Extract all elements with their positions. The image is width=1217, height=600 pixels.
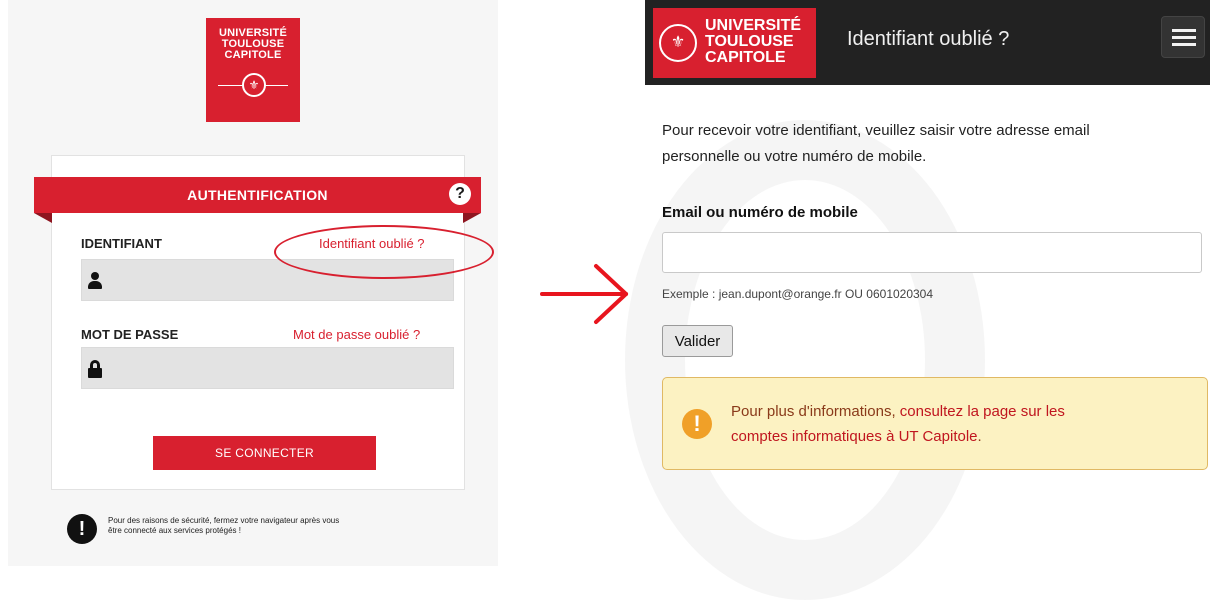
auth-heading: AUTHENTIFICATION [187, 187, 328, 203]
auth-header-ribbon: AUTHENTIFICATION ? [34, 177, 481, 213]
accounts-info-link-cont[interactable]: comptes informatiques à UT Capitole [731, 428, 978, 445]
security-notice-line-1: Pour des raisons de sécurité, fermez vot… [108, 516, 340, 525]
user-icon [88, 272, 102, 290]
intro-text: Pour recevoir votre identifiant, veuille… [662, 118, 1202, 170]
intro-line-2: personnelle ou votre numéro de mobile. [662, 148, 927, 165]
info-suffix: . [977, 428, 982, 445]
lock-icon [88, 360, 102, 378]
top-bar: ⚜ UNIVERSITÉ TOULOUSE CAPITOLE Identifia… [645, 0, 1210, 85]
validate-button[interactable]: Valider [662, 325, 733, 357]
exclamation-icon: ! [67, 514, 97, 544]
forgot-password-link[interactable]: Mot de passe oublié ? [293, 327, 420, 342]
warning-icon: ! [682, 409, 712, 439]
seal-icon: ⚜ [659, 24, 697, 62]
username-label: IDENTIFIANT [81, 236, 162, 251]
help-icon[interactable]: ? [449, 183, 471, 205]
email-label: Email ou numéro de mobile [662, 204, 858, 221]
arrow-right-icon [540, 264, 628, 324]
seal-watermark [625, 120, 985, 600]
login-button[interactable]: SE CONNECTER [153, 436, 376, 470]
password-field[interactable] [81, 347, 454, 389]
highlight-circle [274, 225, 494, 279]
hamburger-menu-icon[interactable] [1161, 16, 1205, 58]
university-logo: UNIVERSITÉ TOULOUSE CAPITOLE ⚜ [206, 18, 300, 122]
intro-line-1: Pour recevoir votre identifiant, veuille… [662, 122, 1090, 139]
logo-small-line-1: UNIVERSITÉ [705, 17, 802, 34]
seal-emblem-icon: ⚜ [218, 73, 288, 99]
security-notice-line-2: être connecté aux services protégés ! [108, 526, 241, 535]
email-or-mobile-input[interactable] [662, 232, 1202, 273]
ribbon-fold-left [34, 213, 52, 223]
logo-small-line-2: TOULOUSE [705, 33, 794, 50]
recovery-screen: ⚜ UNIVERSITÉ TOULOUSE CAPITOLE Identifia… [625, 0, 1217, 600]
info-prefix: Pour plus d'informations, [731, 403, 900, 420]
example-hint: Exemple : jean.dupont@orange.fr OU 06010… [662, 287, 934, 301]
logo-line-3: CAPITOLE [224, 49, 282, 61]
page-title: Identifiant oublié ? [847, 28, 1010, 50]
security-notice: Pour des raisons de sécurité, fermez vot… [108, 516, 468, 536]
info-alert: ! Pour plus d'informations, consultez la… [662, 377, 1208, 470]
ribbon-fold-right [463, 213, 481, 223]
logo-small-line-3: CAPITOLE [705, 49, 786, 66]
password-label: MOT DE PASSE [81, 327, 179, 342]
accounts-info-link[interactable]: consultez la page sur les [900, 403, 1065, 420]
university-logo-small: ⚜ UNIVERSITÉ TOULOUSE CAPITOLE [653, 8, 816, 78]
info-text: Pour plus d'informations, consultez la p… [731, 399, 1171, 449]
